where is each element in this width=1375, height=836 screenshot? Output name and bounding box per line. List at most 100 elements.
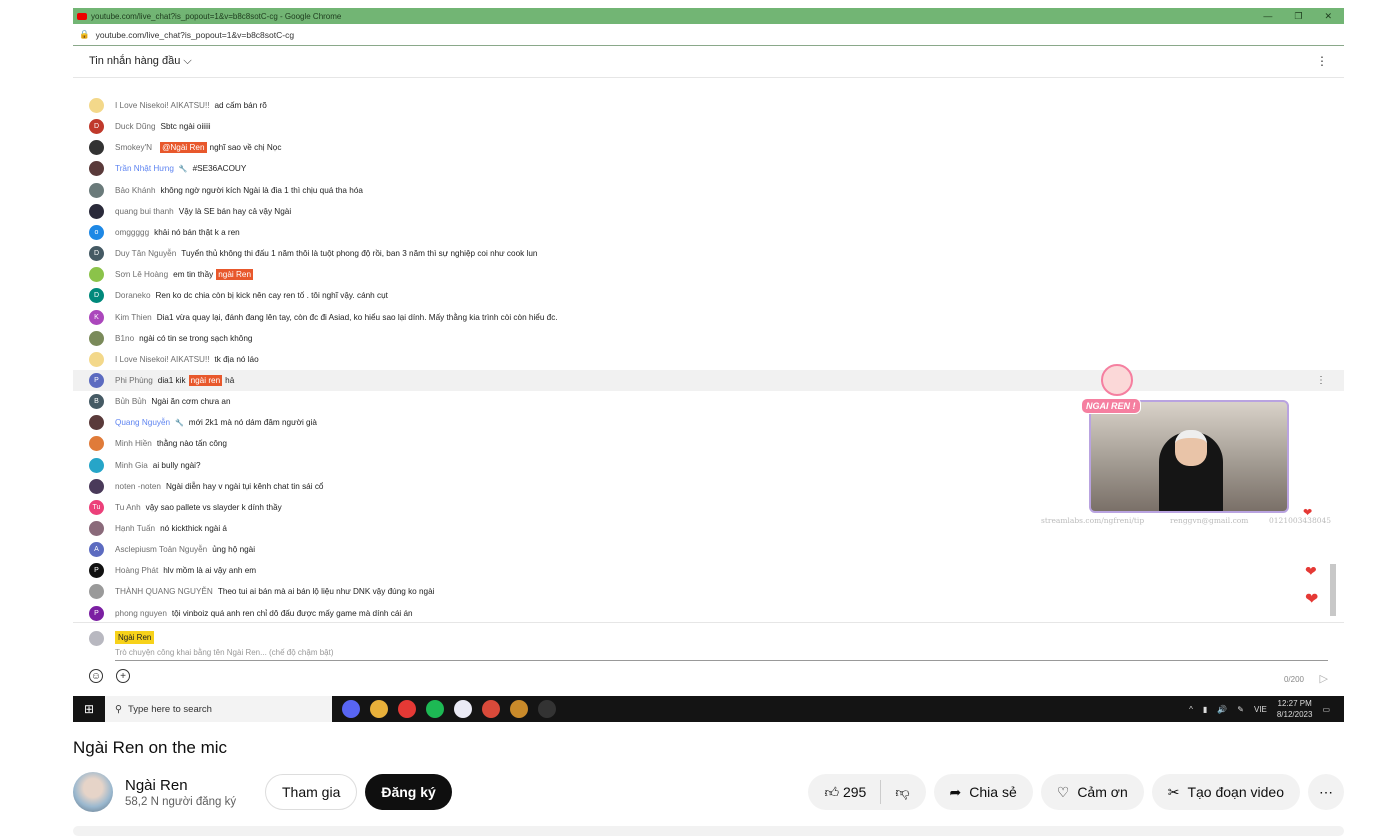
app-gauge-icon[interactable]	[538, 700, 556, 718]
volume-icon[interactable]: 🔊	[1217, 705, 1227, 714]
league-icon[interactable]	[510, 700, 528, 718]
chat-message[interactable]: o omggggg khải nó bán thật k a ren	[73, 222, 1344, 243]
avatar[interactable]	[89, 436, 104, 452]
avatar[interactable]	[89, 351, 104, 367]
message-author[interactable]: Sơn Lê Hoàng	[115, 270, 168, 279]
chat-message[interactable]: D Duck Dũng Sbtc ngài oiiiii	[73, 116, 1344, 137]
message-author[interactable]: Bảo Khánh	[115, 186, 156, 195]
message-author[interactable]: Minh Hiền	[115, 439, 152, 448]
avatar[interactable]	[89, 182, 104, 198]
message-author[interactable]: B1no	[115, 334, 134, 343]
minimize-button[interactable]: —	[1263, 11, 1272, 22]
message-author[interactable]: Kim Thien	[115, 313, 152, 322]
chat-message[interactable]: A Asclepiusm Toản Nguyễn ủng hộ ngài	[73, 539, 1344, 560]
avatar[interactable]: D	[89, 246, 104, 262]
channel-name[interactable]: Ngài Ren	[125, 777, 253, 794]
chat-message[interactable]: P Phi Phùng dia1 kik ngài ren hả ⋮	[73, 369, 1344, 391]
chat-message[interactable]: Bảo Khánh không ngờ người kích Ngài là đi…	[73, 180, 1344, 201]
chat-mode-dropdown[interactable]: Tin nhắn hàng đầu ⌵	[89, 55, 192, 68]
chrome-2-icon[interactable]	[482, 700, 500, 718]
chat-message[interactable]: Hạnh Tuấn nó kickthick ngài á	[73, 518, 1344, 539]
message-author[interactable]: Doraneko	[115, 291, 151, 300]
chat-message[interactable]: quang bui thanh Vậy là SE bán hay cả vậy …	[73, 201, 1344, 222]
notification-icon[interactable]: ▭	[1322, 705, 1330, 714]
chat-message[interactable]: P Hoàng Phát hlv mồm là ai vậy anh em	[73, 560, 1344, 581]
join-button[interactable]: Tham gia	[265, 774, 358, 810]
chat-message[interactable]: K Kim Thien Dia1 vừa quay lại, đánh đang l…	[73, 307, 1344, 328]
avatar[interactable]	[89, 521, 104, 536]
message-author[interactable]: Trần Nhật Hưng	[115, 164, 174, 173]
chrome-icon[interactable]	[370, 700, 388, 718]
message-author[interactable]: THÀNH QUANG NGUYỄN	[115, 587, 213, 596]
chat-message[interactable]: Pphong nguyen tội vinboiz quá anh ren chỉ…	[73, 603, 1344, 621]
message-author[interactable]: I Love Nisekoi! AIKATSU!!	[115, 101, 210, 110]
chevron-up-icon[interactable]: ^	[1189, 705, 1193, 714]
chat-message[interactable]: D Doraneko Ren ko dc chia còn bị kick nên …	[73, 285, 1344, 306]
avatar[interactable]: D	[89, 119, 104, 135]
avatar[interactable]	[89, 478, 104, 494]
avatar[interactable]	[89, 203, 104, 219]
chat-message[interactable]: I Love Nisekoi! AIKATSU!! ad cấm bán rõ	[73, 95, 1344, 116]
avatar[interactable]: P	[89, 372, 104, 388]
message-author[interactable]: Smokey'N	[115, 143, 152, 152]
message-author[interactable]: Hạnh Tuấn	[115, 524, 155, 533]
chat-message[interactable]: Trần Nhật Hưng 🔧 #SE36ACOUY	[73, 158, 1344, 179]
message-author[interactable]: Hoàng Phát	[115, 566, 158, 575]
app-red-icon[interactable]	[398, 700, 416, 718]
avatar[interactable]	[89, 457, 104, 473]
close-button[interactable]: ✕	[1324, 11, 1332, 22]
chat-message[interactable]: Smokey'N @Ngài Ren nghĩ sao về chị Nọc	[73, 137, 1344, 158]
discord-icon[interactable]	[342, 700, 360, 718]
chat-message[interactable]: D Duy Tân Nguyễn Tuyển thủ không thi đấu 1…	[73, 243, 1344, 264]
avatar[interactable]: K	[89, 309, 104, 325]
avatar[interactable]: B	[89, 394, 104, 410]
avatar[interactable]	[89, 161, 104, 177]
mic-icon[interactable]: ▮	[1203, 705, 1207, 714]
kebab-icon[interactable]: ⋮	[1316, 375, 1326, 386]
message-author[interactable]: Phi Phùng	[115, 376, 153, 385]
video-player[interactable]: youtube.com/live_chat?is_popout=1&v=b8c8…	[73, 8, 1344, 722]
avatar[interactable]	[89, 140, 104, 156]
like-button[interactable]: 👍︎ 295	[824, 784, 866, 801]
clock[interactable]: 12:27 PM 8/12/2023	[1277, 698, 1313, 720]
pen-icon[interactable]: ✎	[1237, 705, 1244, 714]
message-author[interactable]: I Love Nisekoi! AIKATSU!!	[115, 355, 210, 364]
avatar[interactable]	[89, 267, 104, 283]
chat-scrollbar[interactable]	[1330, 564, 1336, 616]
language-indicator[interactable]: VIE	[1254, 705, 1267, 714]
message-author[interactable]: Asclepiusm Toản Nguyễn	[115, 545, 207, 554]
avatar[interactable]: o	[89, 224, 104, 240]
chat-message[interactable]: I Love Nisekoi! AIKATSU!! tk địa nó láo	[73, 349, 1344, 370]
message-author[interactable]: Bủh Bủh	[115, 397, 146, 406]
spotify-icon[interactable]	[426, 700, 444, 718]
chat-message[interactable]: Sơn Lê Hoàng em tin thầy ngài Ren	[73, 264, 1344, 285]
windows-start-icon[interactable]: ⊞	[73, 702, 105, 716]
chat-input[interactable]: Trò chuyện công khai bằng tên Ngài Ren..…	[115, 648, 1328, 661]
thanks-button[interactable]: ♡ Cảm ơn	[1040, 774, 1144, 810]
avatar[interactable]: A	[89, 542, 104, 558]
avatar[interactable]	[89, 415, 104, 431]
avatar[interactable]: D	[89, 288, 104, 304]
more-button[interactable]: ⋯	[1308, 774, 1344, 810]
message-author[interactable]: Tu Anh	[115, 503, 141, 512]
message-author[interactable]: noten -noten	[115, 482, 161, 491]
emoji-icon[interactable]: ☺	[89, 669, 103, 683]
avatar[interactable]: P	[89, 605, 104, 621]
subscribe-button[interactable]: Đăng ký	[365, 774, 452, 810]
avatar[interactable]	[89, 584, 104, 600]
avatar[interactable]: P	[89, 563, 104, 579]
kebab-icon[interactable]: ⋮	[1316, 54, 1328, 68]
message-author[interactable]: Duck Dũng	[115, 122, 156, 131]
avatar[interactable]: Tu	[89, 499, 104, 515]
address-bar[interactable]: 🔒 youtube.com/live_chat?is_popout=1&v=b8…	[73, 24, 1344, 46]
plus-icon[interactable]: +	[116, 669, 130, 683]
share-button[interactable]: ➦ Chia sẻ	[933, 774, 1033, 810]
channel-avatar[interactable]	[73, 772, 113, 812]
maximize-button[interactable]: ❐	[1294, 11, 1302, 22]
avatar[interactable]	[89, 98, 104, 113]
message-author[interactable]: omggggg	[115, 228, 149, 237]
dislike-button[interactable]: 👎︎	[895, 784, 909, 801]
message-author[interactable]: Duy Tân Nguyễn	[115, 249, 176, 258]
message-author[interactable]: phong nguyen	[115, 609, 167, 618]
message-author[interactable]: quang bui thanh	[115, 207, 174, 216]
